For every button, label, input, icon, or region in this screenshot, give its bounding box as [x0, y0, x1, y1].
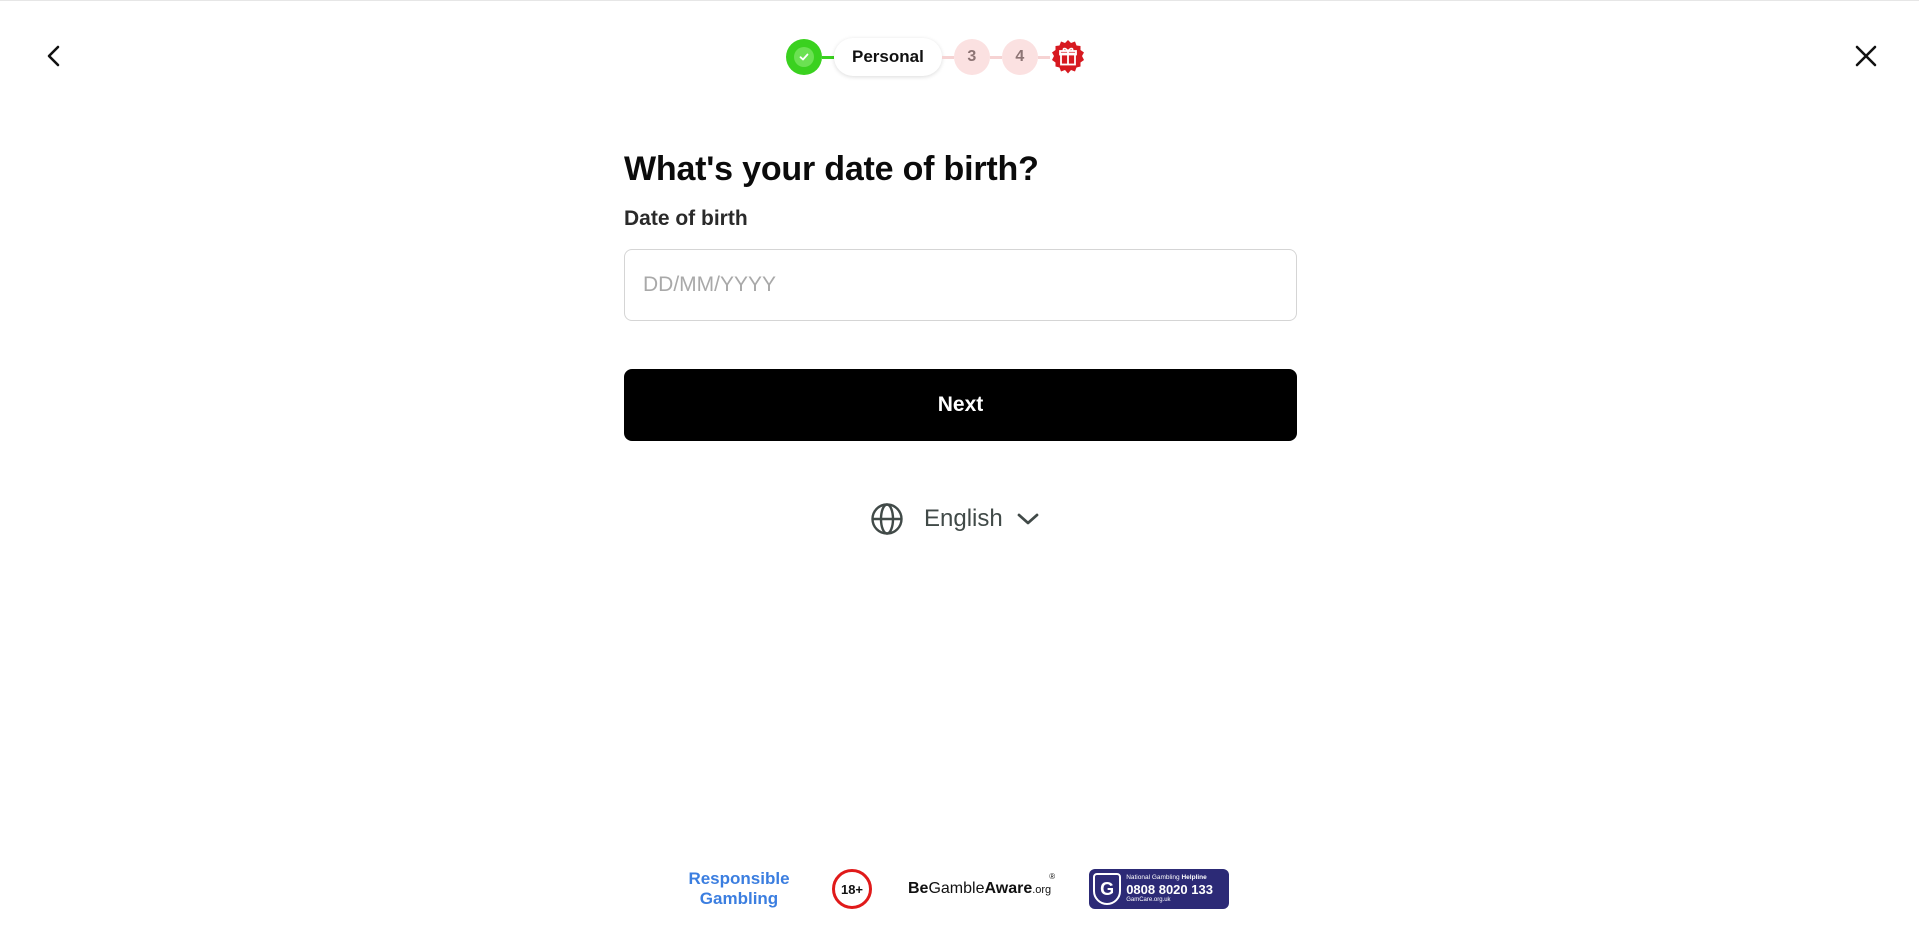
responsible-gambling-link[interactable]: Responsible Gambling	[686, 869, 792, 909]
bga-be: Be	[908, 880, 929, 897]
chevron-down-icon	[1017, 513, 1039, 525]
helpline-number: 0808 8020 133	[1126, 881, 1213, 897]
dob-form: What's your date of birth? Date of birth…	[624, 141, 1297, 441]
step-connector	[1037, 55, 1050, 59]
step-connector	[941, 55, 954, 59]
chevron-left-icon	[47, 45, 60, 67]
bga-org: .org	[1032, 884, 1052, 896]
footer-logos: Responsible Gambling 18+ BeGambleAware.o…	[686, 867, 1230, 911]
bga-registered-mark: ®	[1049, 872, 1056, 881]
globe-icon	[871, 503, 903, 535]
language-label: English	[924, 505, 1003, 532]
page-title: What's your date of birth?	[624, 150, 1039, 188]
step-current-personal: Personal	[834, 38, 942, 76]
responsible-line-1: Responsible	[688, 869, 790, 888]
step-4: 4	[1001, 39, 1038, 75]
step-3: 3	[953, 39, 990, 75]
dob-label: Date of birth	[624, 207, 748, 230]
helpline-title: National Gambling	[1126, 874, 1180, 882]
helpline-site: GamCare.org.uk	[1126, 896, 1171, 903]
step-connector	[989, 55, 1002, 59]
bga-gamble: Gamble	[928, 880, 985, 897]
dob-input[interactable]	[624, 249, 1297, 321]
step-1-completed	[786, 39, 822, 75]
progress-stepper: Personal 3 4	[786, 37, 1086, 77]
step-connector	[822, 55, 834, 59]
language-selector[interactable]: English	[870, 501, 1039, 537]
step-reward	[1050, 39, 1086, 75]
next-button[interactable]: Next	[624, 369, 1297, 441]
close-button[interactable]	[1849, 39, 1883, 73]
responsible-line-2: Gambling	[699, 889, 779, 908]
gift-icon	[1051, 40, 1084, 74]
age-18-badge: 18+	[832, 869, 872, 909]
begambleaware-logo[interactable]: BeGambleAware.org ®	[908, 872, 1055, 898]
helpline-title-bold: Helpline	[1181, 874, 1207, 882]
gamcare-logo-icon: G	[1093, 873, 1122, 905]
signup-page: Personal 3 4 What's your date of birth? …	[0, 0, 1919, 947]
back-button[interactable]	[37, 39, 71, 73]
bga-aware: Aware	[984, 880, 1033, 897]
gamcare-helpline-badge[interactable]: G National Gambling Helpline 0808 8020 1…	[1089, 869, 1230, 909]
close-icon	[1855, 45, 1877, 67]
check-icon	[799, 53, 809, 61]
